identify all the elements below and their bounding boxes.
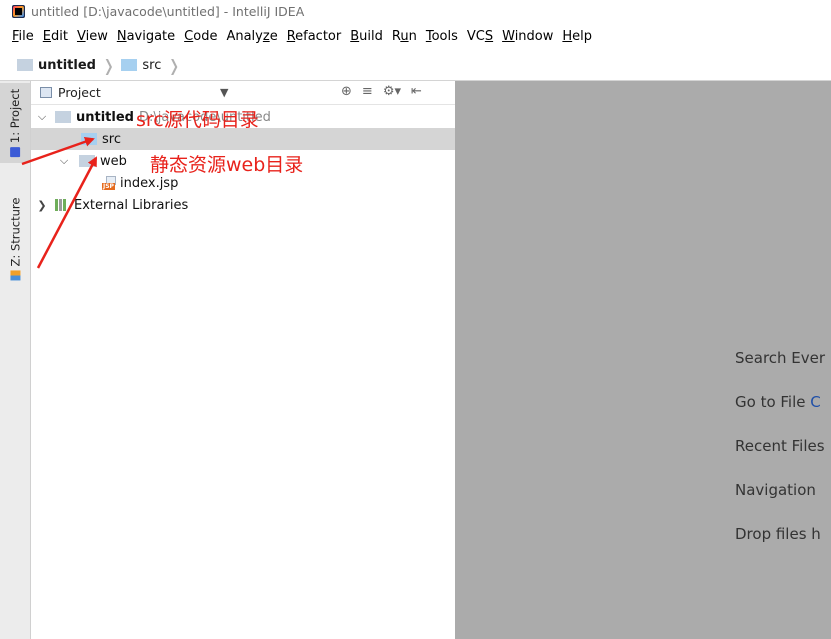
breadcrumb-separator-icon: ❭: [167, 55, 181, 75]
menu-bar: File Edit View Navigate Code Analyze Ref…: [0, 24, 831, 48]
crosshair-icon[interactable]: ⊕: [341, 84, 352, 99]
libraries-icon: [55, 199, 69, 211]
menu-file[interactable]: File: [12, 29, 34, 44]
menu-edit[interactable]: Edit: [43, 29, 68, 44]
structure-tab-icon: [10, 270, 20, 281]
breadcrumb-project[interactable]: untitled: [17, 58, 96, 73]
breadcrumb-separator-icon: ❭: [101, 55, 116, 75]
editor-hint: Search Ever: [735, 349, 826, 367]
module-folder-icon: [55, 111, 71, 123]
menu-window[interactable]: Window: [502, 29, 553, 44]
menu-navigate[interactable]: Navigate: [117, 29, 175, 44]
tab-structure[interactable]: Z: Structure: [0, 191, 30, 287]
web-folder-icon: [79, 155, 95, 167]
chevron-down-icon[interactable]: ⌵: [57, 154, 71, 168]
project-view-icon: [40, 87, 52, 98]
chevron-down-icon[interactable]: ▼: [220, 86, 228, 99]
settings-gear-icon[interactable]: ⚙▾: [383, 84, 401, 99]
project-tab-icon: [10, 147, 21, 158]
menu-analyze[interactable]: Analyze: [226, 29, 277, 44]
menu-vcs[interactable]: VCS: [467, 29, 493, 44]
editor-hint: Navigation: [735, 481, 816, 499]
menu-code[interactable]: Code: [184, 29, 217, 44]
menu-help[interactable]: Help: [562, 29, 592, 44]
window-titlebar: untitled [D:\javacode\untitled] - Intell…: [0, 0, 831, 22]
annotation-src-note: src源代码目录: [136, 109, 259, 131]
menu-refactor[interactable]: Refactor: [287, 29, 342, 44]
intellij-app-icon: [12, 4, 25, 18]
breadcrumb-folder[interactable]: src: [121, 58, 161, 73]
tool-window-strip: 1: Project Z: Structure: [0, 81, 31, 639]
editor-hint: Go to File C: [735, 393, 821, 411]
menu-view[interactable]: View: [77, 29, 108, 44]
menu-build[interactable]: Build: [350, 29, 383, 44]
chevron-down-icon[interactable]: ⌵: [35, 110, 49, 124]
editor-hint: Recent Files: [735, 437, 825, 455]
editor-hint: Drop files h: [735, 525, 821, 543]
menu-run[interactable]: Run: [392, 29, 417, 44]
window-title: untitled [D:\javacode\untitled] - Intell…: [31, 3, 305, 19]
tab-project[interactable]: 1: Project: [0, 83, 30, 163]
collapse-all-icon[interactable]: ≡: [362, 84, 373, 99]
menu-tools[interactable]: Tools: [426, 29, 458, 44]
breadcrumb: untitled ❭ src ❭: [0, 52, 831, 78]
tree-item-external-libraries[interactable]: ❯ External Libraries: [31, 194, 455, 216]
project-view-selector[interactable]: Project: [58, 85, 101, 100]
module-folder-icon: [17, 59, 33, 71]
project-panel-header: Project ▼ ⊕ ≡ ⚙▾ ⇤: [31, 81, 455, 105]
hide-panel-icon[interactable]: ⇤: [411, 84, 422, 99]
jsp-file-icon: JSP: [102, 176, 118, 190]
annotation-web-note: 静态资源web目录: [150, 154, 304, 176]
source-folder-icon: [121, 59, 138, 71]
source-folder-icon: [81, 133, 97, 145]
chevron-right-icon[interactable]: ❯: [35, 199, 49, 212]
editor-area[interactable]: Search Ever Go to File C Recent Files Na…: [455, 81, 831, 639]
